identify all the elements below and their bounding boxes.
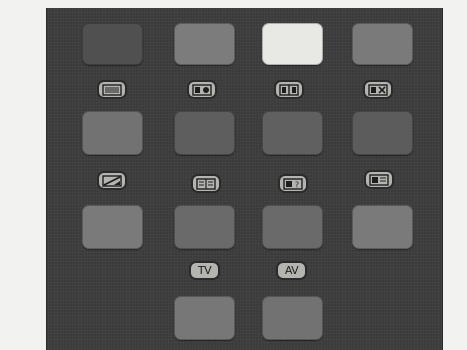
av-button-label: AV	[284, 264, 299, 277]
tv-button[interactable]: TV	[189, 261, 220, 280]
svg-text:?: ?	[295, 180, 299, 189]
key-row1-2[interactable]	[174, 23, 235, 65]
teletext-cancel-button[interactable]	[363, 80, 393, 99]
key-row3-1[interactable]	[82, 205, 143, 249]
remote-control-keypad: ? TV AV	[46, 8, 443, 350]
key-row3-4[interactable]	[352, 205, 413, 249]
teletext-index-button[interactable]	[364, 170, 394, 189]
picture-off-button[interactable]	[97, 171, 127, 190]
key-row2-2[interactable]	[174, 111, 235, 155]
teletext-subpage-button[interactable]	[191, 174, 221, 193]
teletext-reveal-icon: ?	[283, 177, 303, 190]
teletext-size-button[interactable]	[274, 80, 304, 99]
key-row3-3[interactable]	[262, 205, 323, 249]
teletext-button[interactable]	[97, 80, 127, 99]
key-row4-2[interactable]	[262, 296, 323, 340]
key-row4-1[interactable]	[174, 296, 235, 340]
teletext-cancel-icon	[368, 83, 388, 96]
teletext-mix-button[interactable]	[187, 80, 217, 99]
key-row1-1[interactable]	[82, 23, 143, 65]
picture-off-icon	[102, 174, 122, 187]
teletext-size-icon	[279, 83, 299, 96]
key-row2-1[interactable]	[82, 111, 143, 155]
key-row1-3[interactable]	[262, 23, 323, 65]
av-button[interactable]: AV	[276, 261, 307, 280]
teletext-mix-icon	[192, 83, 212, 96]
key-row3-2[interactable]	[174, 205, 235, 249]
teletext-index-icon	[369, 173, 389, 186]
key-row2-4[interactable]	[352, 111, 413, 155]
key-row1-4[interactable]	[352, 23, 413, 65]
teletext-icon	[102, 83, 122, 96]
tv-button-label: TV	[197, 264, 212, 277]
key-row2-3[interactable]	[262, 111, 323, 155]
teletext-subpage-icon	[196, 177, 216, 190]
teletext-reveal-button[interactable]: ?	[278, 174, 308, 193]
